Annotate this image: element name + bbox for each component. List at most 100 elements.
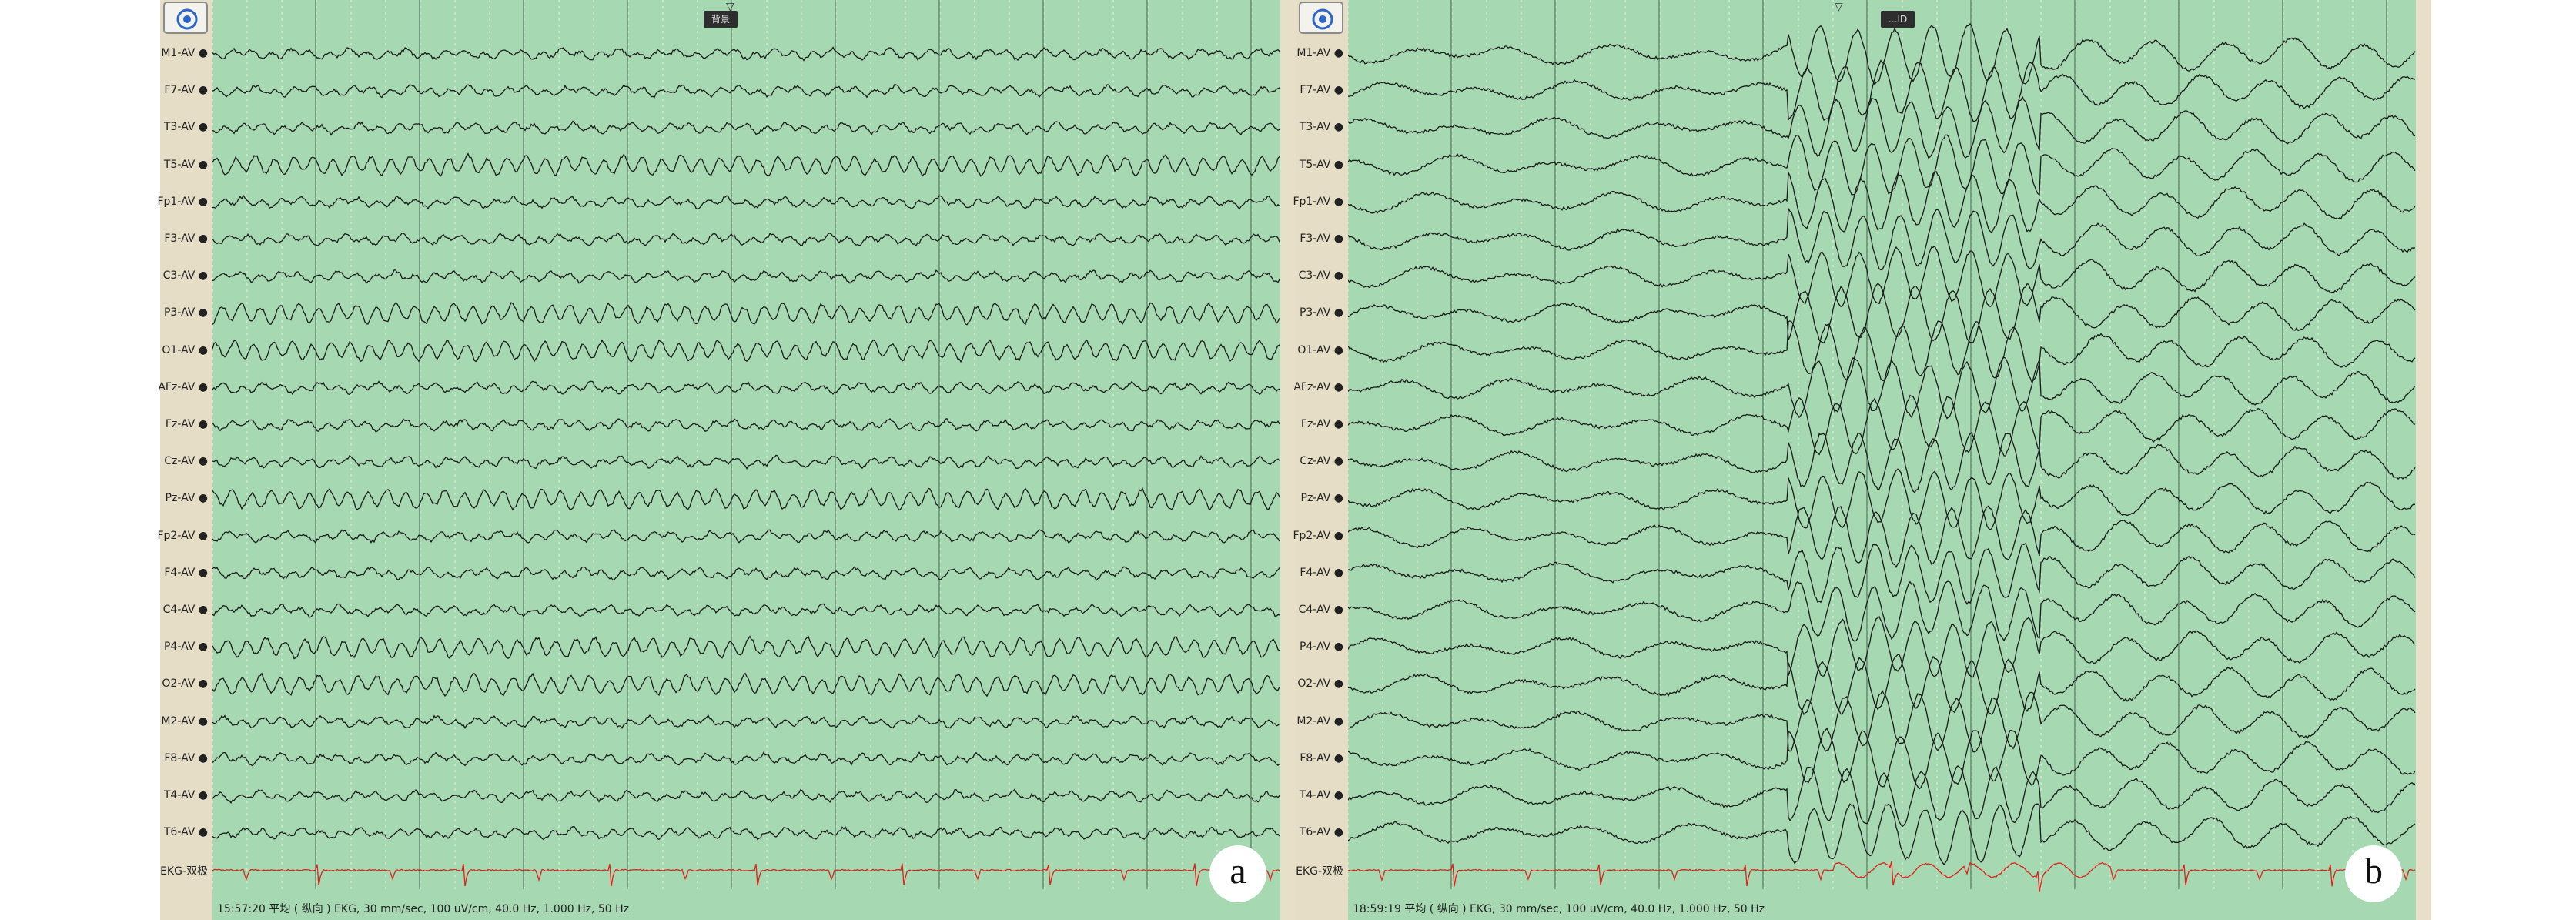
eeg-trace [1348, 356, 2416, 420]
eeg-trace [1348, 803, 2416, 865]
channel-label: Pz-AV ● [1300, 492, 1343, 505]
ekg-trace [1348, 861, 2416, 892]
channel-label-column: M1-AV ● F7-AV ● T3-AV ● T5-AV ● Fp1-AV ● F3-A… [157, 0, 213, 920]
eeg-trace [212, 232, 1280, 247]
channel-label: Pz-AV ● [165, 492, 208, 505]
channel-label: M2-AV ● [161, 714, 208, 728]
eeg-trace [212, 83, 1280, 99]
eeg-trace [212, 380, 1280, 396]
channel-label: P4-AV ● [1299, 641, 1343, 654]
eeg-trace [212, 529, 1280, 544]
target-icon [176, 8, 198, 30]
channel-label: P4-AV ● [163, 641, 208, 654]
event-marker-icon[interactable]: ▽ [1835, 0, 1843, 13]
channel-label: T3-AV ● [163, 121, 208, 134]
channel-label: O1-AV ● [162, 343, 208, 356]
eeg-trace [212, 603, 1280, 618]
eeg-trace [1348, 22, 2416, 85]
channel-label: Cz-AV ● [164, 455, 208, 468]
eeg-trace [212, 269, 1280, 284]
eeg-trace [1348, 170, 2416, 233]
channel-label: F4-AV ● [1300, 566, 1343, 579]
channel-label: Fz-AV ● [165, 418, 208, 430]
eeg-trace [1348, 727, 2416, 790]
eeg-trace [212, 339, 1280, 363]
eeg-trace [1348, 59, 2416, 122]
eeg-trace [1348, 654, 2416, 716]
eeg-trace [1348, 616, 2416, 678]
event-marker-label[interactable]: 背景 [704, 11, 738, 28]
eeg-trace [212, 635, 1280, 660]
eeg-trace [1348, 320, 2416, 383]
channel-label: Fz-AV ● [1300, 418, 1343, 430]
channel-label: C4-AV ● [1298, 604, 1343, 616]
channel-label: C3-AV ● [162, 269, 208, 283]
channel-label: EKG-双极 [1296, 865, 1343, 878]
channel-label: T6-AV ● [1299, 826, 1343, 839]
eeg-trace [1348, 580, 2416, 642]
eeg-trace [212, 487, 1280, 511]
channel-label: C4-AV ● [162, 604, 208, 616]
montage-settings-button[interactable] [1299, 2, 1343, 34]
eeg-trace [212, 714, 1280, 729]
eeg-trace [212, 120, 1280, 136]
channel-label: O2-AV ● [162, 677, 208, 691]
channel-label: P3-AV ● [1299, 306, 1343, 319]
status-bar: 18:59:19 平均 ( 纵向 ) EKG, 30 mm/sec, 100 u… [1353, 903, 1765, 915]
channel-label: M1-AV ● [1296, 47, 1343, 59]
panel-letter: a [1209, 845, 1266, 902]
eeg-trace [212, 566, 1280, 581]
channel-label-column: M1-AV ● F7-AV ● T3-AV ● T5-AV ● Fp1-AV ● F3-A… [1293, 0, 1349, 920]
channel-label: Cz-AV ● [1300, 455, 1343, 468]
channel-label: EKG-双极 [160, 865, 208, 878]
eeg-trace [212, 454, 1280, 470]
eeg-trace [1348, 689, 2416, 753]
ekg-trace [212, 863, 1280, 887]
eeg-panel-a: M1-AV ● F7-AV ● T3-AV ● T5-AV ● Fp1-AV ● F3-A… [157, 0, 1296, 920]
channel-label: C3-AV ● [1298, 269, 1343, 283]
eeg-trace [212, 417, 1280, 433]
channel-label: AFz-AV ● [1293, 380, 1343, 393]
channel-label: F8-AV ● [164, 751, 208, 764]
channel-label: F7-AV ● [1300, 84, 1343, 97]
eeg-waveform-area[interactable] [212, 0, 1280, 920]
channel-label: T3-AV ● [1299, 121, 1343, 134]
event-marker-label[interactable]: ...ID [1881, 11, 1915, 28]
channel-label: Fp2-AV ● [157, 529, 208, 542]
panel-letter: b [2345, 845, 2402, 902]
channel-label: P3-AV ● [163, 306, 208, 319]
channel-label: M1-AV ● [161, 47, 208, 59]
channel-label: T4-AV ● [163, 789, 208, 801]
eeg-trace [1348, 245, 2416, 308]
channel-label: T5-AV ● [1299, 158, 1343, 171]
channel-label: F7-AV ● [164, 84, 208, 97]
channel-label: F3-AV ● [1300, 233, 1343, 245]
channel-label: T6-AV ● [163, 826, 208, 839]
channel-label: AFz-AV ● [158, 380, 208, 393]
channel-label: F4-AV ● [164, 566, 208, 579]
eeg-trace [1348, 432, 2416, 493]
eeg-trace [212, 46, 1280, 62]
eeg-trace [212, 825, 1280, 841]
eeg-trace [1348, 134, 2416, 196]
target-icon [1312, 8, 1333, 30]
eeg-trace [212, 751, 1280, 767]
eeg-panel-b: M1-AV ● F7-AV ● T3-AV ● T5-AV ● Fp1-AV ● F3-A… [1293, 0, 2431, 920]
channel-label: Fp2-AV ● [1293, 529, 1343, 542]
eeg-trace [1348, 95, 2416, 159]
eeg-trace [212, 788, 1280, 804]
eeg-trace [1348, 206, 2416, 271]
channel-label: Fp1-AV ● [1293, 195, 1343, 208]
eeg-trace [1348, 283, 2416, 344]
eeg-trace [212, 152, 1280, 177]
status-bar: 15:57:20 平均 ( 纵向 ) EKG, 30 mm/sec, 100 u… [217, 903, 630, 915]
eeg-trace [212, 302, 1280, 326]
channel-label: O1-AV ● [1297, 343, 1343, 356]
eeg-waveform-area[interactable] [1348, 0, 2416, 920]
eeg-trace [212, 672, 1280, 698]
montage-settings-button[interactable] [163, 2, 208, 34]
eeg-trace [212, 194, 1280, 210]
eeg-trace [1348, 542, 2416, 606]
channel-label: O2-AV ● [1297, 677, 1343, 691]
channel-label: F8-AV ● [1300, 751, 1343, 764]
